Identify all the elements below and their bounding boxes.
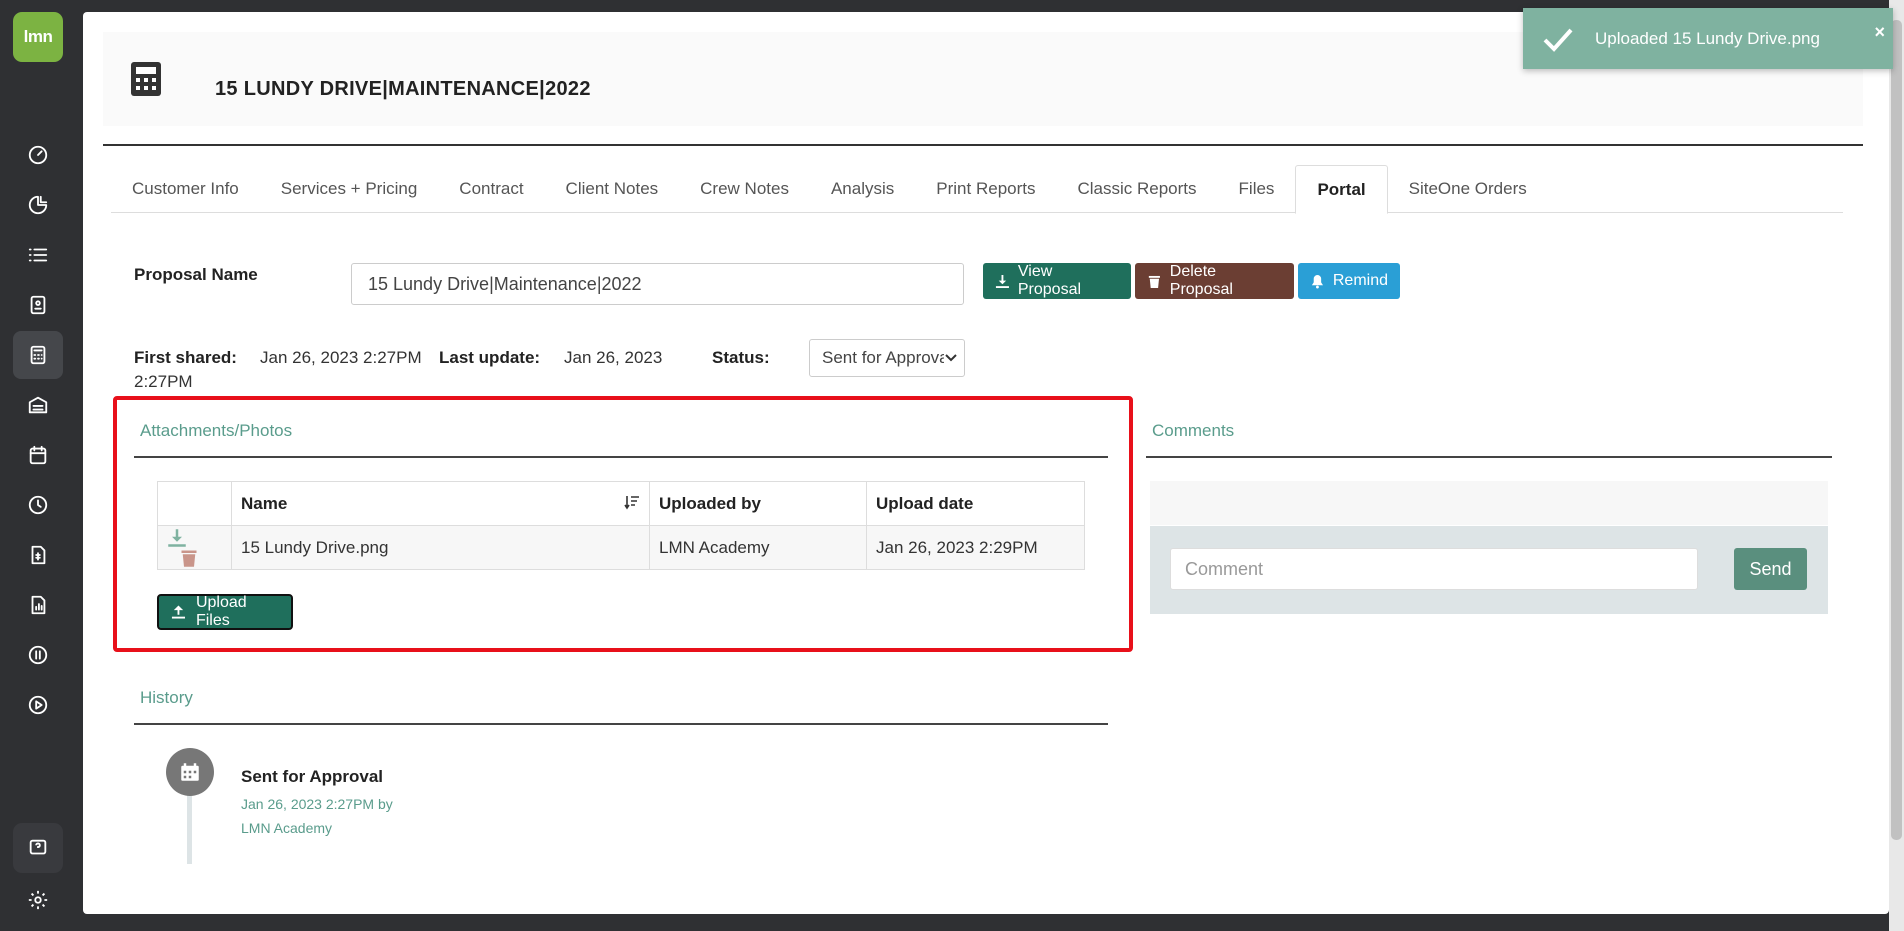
history-divider bbox=[134, 723, 1108, 725]
tab-crew-notes[interactable]: Crew Notes bbox=[679, 165, 810, 213]
comments-thread bbox=[1150, 481, 1828, 525]
scrollbar-thumb[interactable] bbox=[1891, 20, 1902, 840]
success-toast: Uploaded 15 Lundy Drive.png × bbox=[1523, 8, 1893, 69]
header-divider bbox=[103, 144, 1863, 146]
attachments-divider bbox=[134, 456, 1108, 458]
upload-files-button[interactable]: Upload Files bbox=[157, 594, 293, 630]
first-shared-value-wrap: 2:27PM bbox=[134, 372, 193, 391]
toast-message: Uploaded 15 Lundy Drive.png bbox=[1595, 28, 1820, 48]
tab-print-reports[interactable]: Print Reports bbox=[915, 165, 1056, 213]
trash-icon bbox=[1148, 275, 1160, 288]
sort-icon[interactable] bbox=[624, 494, 640, 510]
tab-client-notes[interactable]: Client Notes bbox=[545, 165, 680, 213]
main-panel: 15 LUNDY DRIVE|MAINTENANCE|2022 Customer… bbox=[83, 12, 1889, 914]
upload-icon bbox=[171, 605, 186, 619]
download-icon[interactable] bbox=[167, 528, 187, 548]
history-title: History bbox=[140, 688, 193, 707]
download-icon bbox=[995, 274, 1009, 288]
tab-files[interactable]: Files bbox=[1218, 165, 1296, 213]
calendar-icon[interactable] bbox=[13, 431, 63, 479]
comment-input[interactable]: Comment bbox=[1170, 548, 1698, 590]
tab-services-pricing[interactable]: Services + Pricing bbox=[260, 165, 439, 213]
file-name-cell[interactable]: 15 Lundy Drive.png bbox=[231, 525, 650, 570]
tab-portal[interactable]: Portal bbox=[1295, 165, 1388, 214]
table-row: 15 Lundy Drive.png LMN Academy Jan 26, 2… bbox=[157, 525, 1085, 570]
attachments-title: Attachments/Photos bbox=[140, 421, 293, 440]
close-icon[interactable]: × bbox=[1874, 22, 1885, 43]
tab-classic-reports[interactable]: Classic Reports bbox=[1056, 165, 1217, 213]
uploaded-by-column-header[interactable]: Uploaded by bbox=[649, 481, 867, 526]
play-icon[interactable] bbox=[13, 681, 63, 729]
contact-card-icon[interactable] bbox=[13, 281, 63, 329]
clock-icon[interactable] bbox=[13, 481, 63, 529]
upload-date-cell: Jan 26, 2023 2:29PM bbox=[866, 525, 1085, 570]
first-shared-value: Jan 26, 2023 2:27PM bbox=[260, 348, 422, 367]
tab-customer-info[interactable]: Customer Info bbox=[111, 165, 260, 213]
pie-chart-icon[interactable] bbox=[13, 181, 63, 229]
checkmark-icon bbox=[1543, 28, 1573, 52]
trash-icon[interactable] bbox=[179, 548, 199, 568]
comments-title: Comments bbox=[1152, 421, 1235, 440]
invoice-icon[interactable] bbox=[13, 531, 63, 579]
comments-divider bbox=[1146, 456, 1832, 458]
history-entry-meta: Jan 26, 2023 2:27PM by LMN Academy bbox=[241, 796, 393, 836]
lmn-logo[interactable]: lmn bbox=[13, 12, 63, 62]
list-icon[interactable] bbox=[13, 231, 63, 279]
table-header-row: Name Uploaded by Upload date bbox=[157, 481, 1085, 526]
last-update-label: Last update: bbox=[439, 348, 541, 367]
dashboard-icon[interactable] bbox=[13, 131, 63, 179]
status-select[interactable]: Sent for Approval bbox=[809, 339, 965, 377]
actions-header bbox=[157, 481, 232, 526]
proposal-name-input[interactable]: 15 Lundy Drive|Maintenance|2022 bbox=[351, 263, 964, 305]
status-label: Status: bbox=[712, 348, 770, 367]
send-button[interactable]: Send bbox=[1734, 548, 1807, 590]
tab-siteone-orders[interactable]: SiteOne Orders bbox=[1388, 165, 1548, 213]
first-shared-label: First shared: bbox=[134, 348, 237, 367]
last-update-value: Jan 26, 2023 bbox=[564, 348, 663, 367]
settings-gear-icon[interactable] bbox=[13, 875, 63, 925]
tab-contract[interactable]: Contract bbox=[438, 165, 544, 213]
uploaded-by-cell: LMN Academy bbox=[649, 525, 867, 570]
calculator-icon[interactable] bbox=[13, 331, 63, 379]
tab-bar: Customer Info Services + Pricing Contrac… bbox=[111, 165, 1843, 214]
calculator-header-icon bbox=[131, 62, 161, 96]
left-nav: lmn bbox=[0, 0, 75, 931]
name-column-header[interactable]: Name bbox=[231, 481, 650, 526]
timeline-calendar-badge bbox=[166, 748, 214, 796]
row-actions bbox=[157, 525, 232, 570]
calendar-icon bbox=[181, 763, 199, 781]
attachments-table: Name Uploaded by Upload date 15 Lundy Dr… bbox=[157, 481, 1085, 570]
remind-button[interactable]: Remind bbox=[1298, 263, 1400, 299]
upload-date-column-header[interactable]: Upload date bbox=[866, 481, 1085, 526]
view-proposal-button[interactable]: View Proposal bbox=[983, 263, 1131, 299]
quickbooks-icon[interactable] bbox=[13, 631, 63, 679]
tab-analysis[interactable]: Analysis bbox=[810, 165, 915, 213]
page-title: 15 LUNDY DRIVE|MAINTENANCE|2022 bbox=[215, 78, 591, 100]
report-icon[interactable] bbox=[13, 581, 63, 629]
help-icon[interactable] bbox=[13, 823, 63, 873]
chevron-down-icon bbox=[944, 351, 958, 365]
delete-proposal-button[interactable]: Delete Proposal bbox=[1135, 263, 1294, 299]
warehouse-icon[interactable] bbox=[13, 381, 63, 429]
history-entry-title: Sent for Approval bbox=[241, 767, 383, 786]
bell-icon bbox=[1311, 274, 1324, 288]
proposal-name-label: Proposal Name bbox=[134, 265, 258, 284]
